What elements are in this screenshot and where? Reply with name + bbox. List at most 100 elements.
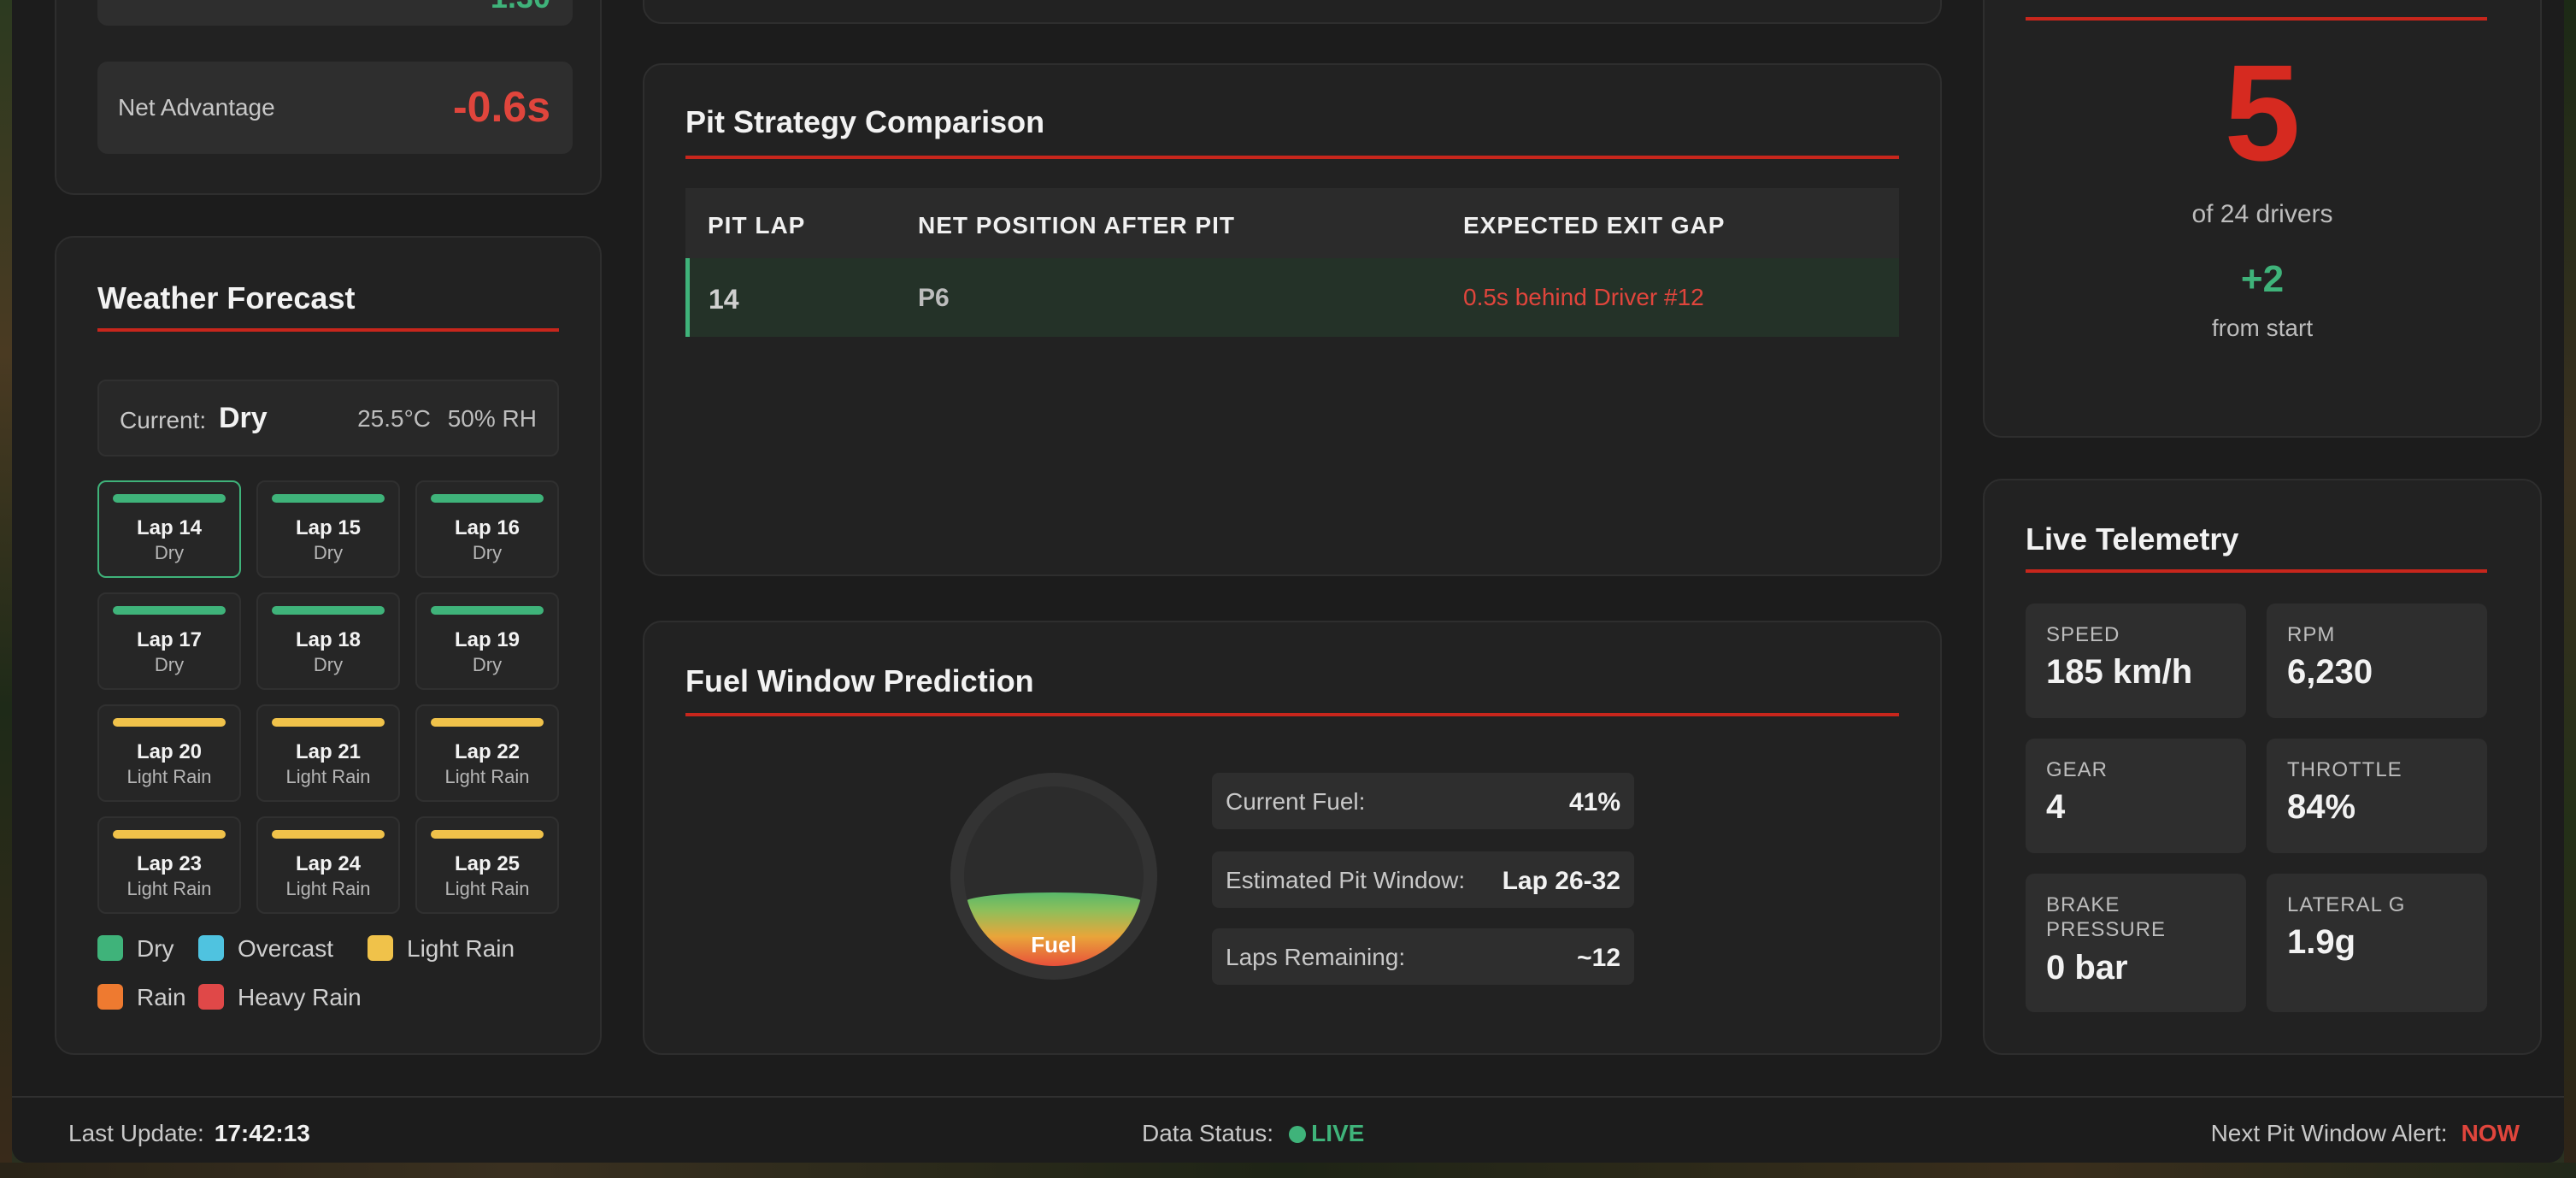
data-status-value: LIVE	[1311, 1120, 1365, 1146]
lateral-g-card: LATERAL G 1.9g	[2267, 874, 2487, 1012]
gear-card: GEAR 4	[2026, 739, 2246, 853]
current-weather-label: Current:	[120, 407, 207, 433]
throttle-card: THROTTLE 84%	[2267, 739, 2487, 853]
gear-label: GEAR	[2046, 758, 2108, 781]
lateral-g-label: LATERAL G	[2287, 893, 2406, 916]
lap-name: Lap 22	[454, 740, 520, 763]
current-weather-value: Dry	[219, 402, 268, 434]
lap-forecast-card[interactable]: Lap 14 Dry	[97, 480, 241, 578]
lap-condition: Light Rain	[444, 878, 530, 899]
legend-swatch	[368, 935, 393, 961]
cell-net-position: P6	[918, 284, 950, 312]
lateral-g-value: 1.9g	[2287, 923, 2356, 961]
legend-item: Dry	[97, 934, 183, 962]
lap-condition: Dry	[313, 542, 344, 563]
last-update-value: 17:42:13	[214, 1120, 310, 1146]
lap-name: Lap 14	[136, 516, 203, 539]
lap-forecast-card[interactable]: Lap 20 Light Rain	[97, 704, 241, 802]
lap-condition-bar	[431, 830, 544, 839]
pit-strategy-title: Pit Strategy Comparison	[685, 104, 1045, 139]
live-indicator-icon	[1289, 1126, 1307, 1143]
lap-forecast-card[interactable]: Lap 21 Light Rain	[256, 704, 400, 802]
pit-window-label: Estimated Pit Window:	[1226, 867, 1466, 893]
next-pit-alert-label: Next Pit Window Alert:	[2210, 1120, 2448, 1146]
lap-forecast-card[interactable]: Lap 25 Light Rain	[415, 816, 559, 914]
lap-condition: Light Rain	[126, 766, 212, 787]
legend-swatch	[198, 984, 224, 1010]
data-status: Data Status: LIVE	[1142, 1120, 1364, 1147]
legend-swatch	[97, 984, 123, 1010]
background-foliage-right	[2564, 0, 2576, 1178]
lap-condition: Light Rain	[285, 766, 371, 787]
lap-condition-bar	[113, 830, 226, 839]
legend-swatch	[198, 935, 224, 961]
table-row[interactable]: 14 P6 0.5s behind Driver #12	[685, 258, 1899, 337]
legend-item: Overcast	[198, 934, 352, 962]
throttle-value: 84%	[2287, 788, 2356, 826]
total-drivers: of 24 drivers	[2191, 200, 2333, 228]
current-temperature: 25.5°C	[357, 405, 431, 432]
lap-forecast-card[interactable]: Lap 15 Dry	[256, 480, 400, 578]
cell-pit-lap: 14	[709, 284, 739, 315]
advantage-row-partial: 1.30	[97, 0, 573, 26]
lap-name: Lap 19	[454, 628, 520, 651]
net-advantage-value: -0.6s	[453, 83, 550, 131]
column-header-exit-gap[interactable]: EXPECTED EXIT GAP	[1463, 212, 1725, 239]
lap-forecast-card[interactable]: Lap 16 Dry	[415, 480, 559, 578]
lap-forecast-card[interactable]: Lap 22 Light Rain	[415, 704, 559, 802]
fuel-window-title: Fuel Window Prediction	[685, 663, 1034, 698]
lap-condition-bar	[431, 718, 544, 727]
live-telemetry-panel: Live Telemetry SPEED 185 km/h RPM 6,230 …	[1983, 479, 2542, 1055]
laps-remaining-row: Laps Remaining: ~12	[1212, 928, 1634, 985]
column-header-pit-lap[interactable]: PIT LAP	[708, 212, 805, 239]
lap-condition: Dry	[472, 654, 503, 675]
next-pit-alert-value: NOW	[2461, 1120, 2520, 1146]
title-divider	[685, 156, 1899, 159]
title-divider	[2026, 17, 2487, 21]
lap-name: Lap 25	[454, 852, 520, 875]
title-divider	[685, 713, 1899, 716]
current-position: 5	[2224, 36, 2301, 189]
current-fuel-row: Current Fuel: 41%	[1212, 773, 1634, 829]
lap-forecast-card[interactable]: Lap 24 Light Rain	[256, 816, 400, 914]
lap-forecast-card[interactable]: Lap 23 Light Rain	[97, 816, 241, 914]
data-status-label: Data Status:	[1142, 1120, 1274, 1146]
legend-label: Overcast	[238, 935, 334, 962]
column-header-net-position[interactable]: NET POSITION AFTER PIT	[918, 212, 1235, 239]
legend-item: Light Rain	[368, 934, 530, 962]
gear-value: 4	[2046, 788, 2066, 826]
background-foliage-bottom	[0, 1163, 2576, 1178]
lap-name: Lap 17	[136, 628, 203, 651]
lap-condition-bar	[431, 606, 544, 615]
rpm-value: 6,230	[2287, 653, 2373, 691]
lap-condition: Dry	[313, 654, 344, 675]
race-position-panel: 5 of 24 drivers +2 from start	[1983, 0, 2542, 438]
lap-condition-bar	[272, 830, 385, 839]
lap-condition-bar	[272, 494, 385, 503]
position-delta-label: from start	[2211, 315, 2314, 341]
lap-forecast-card[interactable]: Lap 19 Dry	[415, 592, 559, 690]
lap-condition-bar	[113, 606, 226, 615]
lap-forecast-card[interactable]: Lap 18 Dry	[256, 592, 400, 690]
speed-value: 185 km/h	[2046, 653, 2193, 691]
legend-swatch	[97, 935, 123, 961]
lap-name: Lap 20	[136, 740, 203, 763]
legend-label: Rain	[137, 984, 186, 1010]
pit-window-value: Lap 26-32	[1502, 867, 1620, 895]
lap-forecast-card[interactable]: Lap 17 Dry	[97, 592, 241, 690]
brake-pressure-card: BRAKE PRESSURE 0 bar	[2026, 874, 2246, 1012]
lap-condition: Light Rain	[285, 878, 371, 899]
lap-condition-bar	[113, 494, 226, 503]
title-divider	[2026, 569, 2487, 573]
lap-name: Lap 18	[295, 628, 362, 651]
lap-condition: Dry	[154, 654, 185, 675]
rpm-label: RPM	[2287, 623, 2336, 646]
lap-condition: Light Rain	[126, 878, 212, 899]
live-telemetry-title: Live Telemetry	[2026, 521, 2239, 557]
title-divider	[97, 328, 559, 332]
current-fuel-value: 41%	[1568, 788, 1620, 816]
advantage-partial-value: 1.30	[491, 0, 550, 15]
lap-condition: Dry	[472, 542, 503, 563]
speed-card: SPEED 185 km/h	[2026, 604, 2246, 718]
speed-label: SPEED	[2046, 623, 2120, 646]
